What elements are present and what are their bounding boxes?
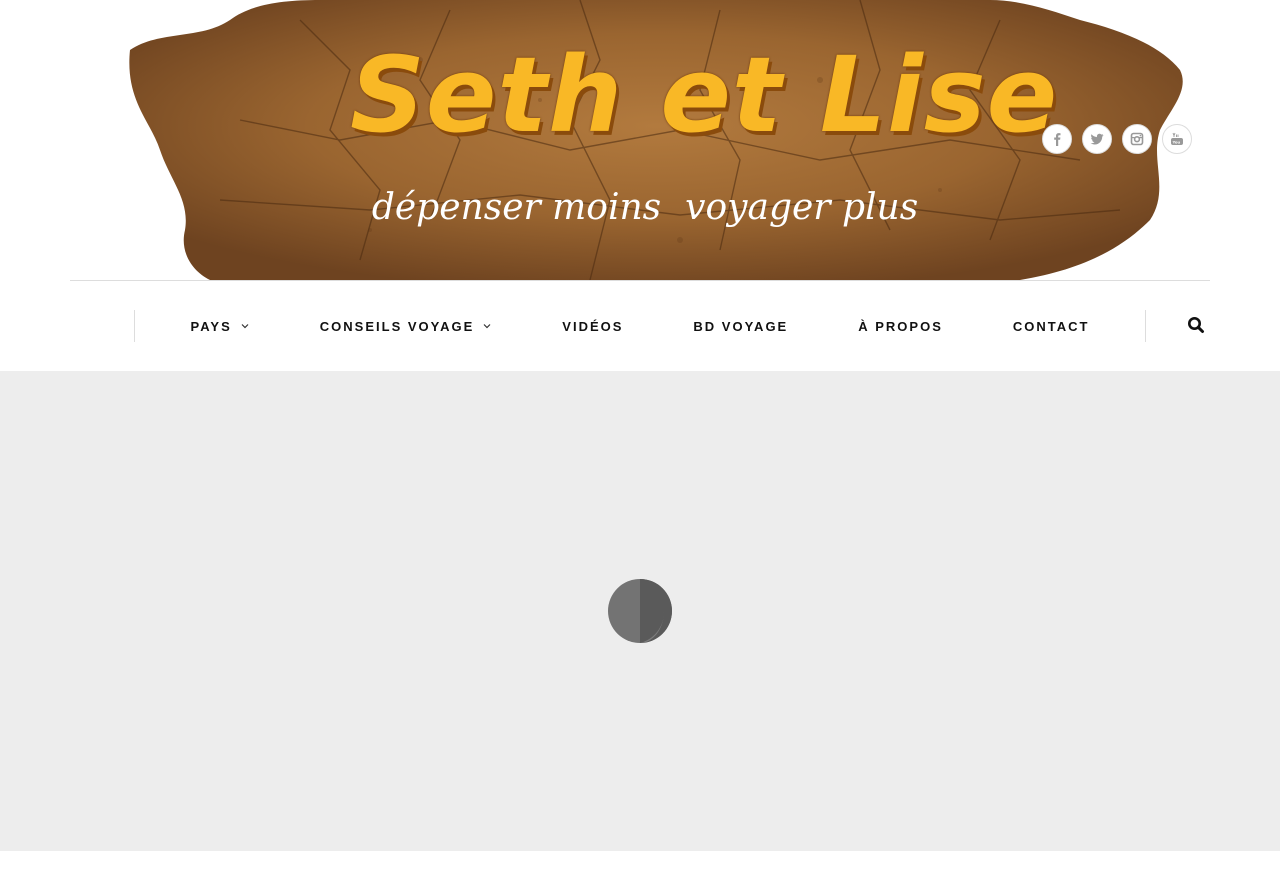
- instagram-link[interactable]: [1122, 124, 1152, 154]
- chevron-down-icon: [483, 324, 491, 329]
- youtube-link[interactable]: You: [1162, 124, 1192, 154]
- nav-item-contact[interactable]: CONTACT: [1013, 319, 1090, 334]
- page: Seth et Lise dépenser moins voyager plus: [0, 0, 1280, 880]
- nav-item-a-propos[interactable]: À PROPOS: [858, 319, 943, 334]
- site-header: Seth et Lise dépenser moins voyager plus: [0, 0, 1280, 281]
- svg-text:You: You: [1172, 140, 1181, 145]
- nav-separator-right: [1145, 310, 1146, 342]
- chevron-down-icon: [241, 324, 249, 329]
- nav-item-label: BD VOYAGE: [693, 318, 789, 334]
- social-links: You: [1042, 124, 1192, 154]
- nav-item-label: À PROPOS: [858, 318, 943, 334]
- main-content: [0, 371, 1280, 851]
- tagline-part-1: dépenser moins: [371, 187, 662, 228]
- site-logo-title[interactable]: Seth et Lise: [350, 30, 1057, 160]
- nav-item-label: PAYS: [190, 318, 232, 334]
- nav-item-label: CONTACT: [1012, 318, 1090, 334]
- nav-item-videos[interactable]: VIDÉOS: [562, 319, 623, 334]
- nav-item-bd-voyage[interactable]: BD VOYAGE: [693, 319, 788, 334]
- nav-item-label: VIDÉOS: [562, 318, 624, 334]
- youtube-icon: You: [1171, 132, 1183, 145]
- search-icon: [1188, 317, 1204, 333]
- main-navigation: PAYS CONSEILS VOYAGE VIDÉOS BD VOYAGE À …: [0, 281, 1280, 371]
- loading-spinner-icon: [608, 579, 672, 643]
- facebook-icon: [1054, 133, 1061, 146]
- tagline-part-2: voyager plus: [685, 187, 919, 228]
- facebook-link[interactable]: [1042, 124, 1072, 154]
- nav-menu: PAYS CONSEILS VOYAGE VIDÉOS BD VOYAGE À …: [135, 281, 1145, 371]
- site-tagline: dépenser moins voyager plus: [371, 180, 919, 236]
- twitter-link[interactable]: [1082, 124, 1112, 154]
- search-button[interactable]: [1186, 315, 1206, 335]
- instagram-icon: [1130, 132, 1144, 146]
- nav-item-conseils-voyage[interactable]: CONSEILS VOYAGE: [320, 319, 493, 334]
- nav-item-pays[interactable]: PAYS: [191, 319, 250, 334]
- twitter-icon: [1090, 133, 1104, 145]
- nav-item-label: CONSEILS VOYAGE: [319, 318, 475, 334]
